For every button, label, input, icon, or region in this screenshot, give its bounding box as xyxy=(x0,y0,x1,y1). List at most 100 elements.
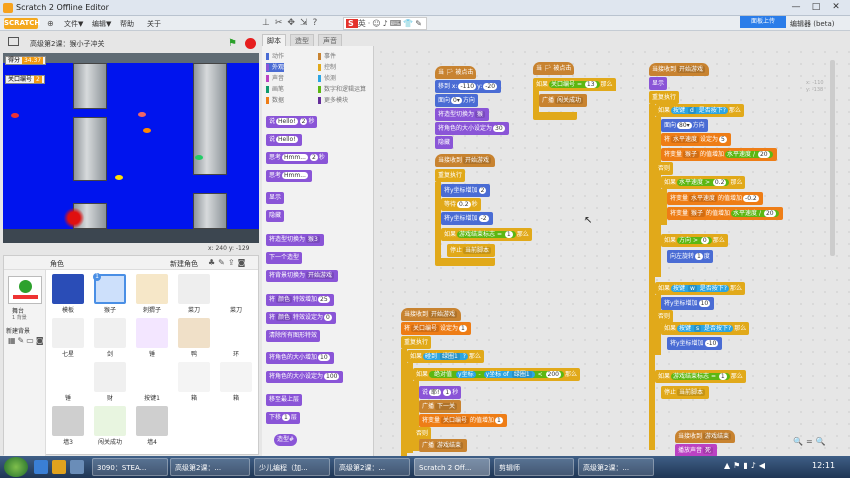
block-dropdown[interactable]: 绿圈1 xyxy=(439,353,460,360)
switch-costume-block[interactable]: 将造型切换为 猴3 xyxy=(266,234,324,246)
costume-number-reporter[interactable]: 造型# xyxy=(274,434,298,446)
variable-reporter[interactable]: 游戏结束标志 xyxy=(673,373,709,380)
block-input[interactable]: Hmm... xyxy=(282,154,308,161)
block-dropdown[interactable]: 关口编号 xyxy=(441,417,470,424)
stage[interactable]: 得分 34.37 关口编号 2 xyxy=(3,53,259,243)
block-input[interactable]: 200 xyxy=(545,371,561,378)
duplicate-icon[interactable]: ⊥ xyxy=(262,18,275,28)
change-variable-block[interactable]: 将变量 关口编号 的值增加 1 xyxy=(419,414,507,427)
sensing-reporter[interactable]: y坐标 xyxy=(456,371,476,378)
fullscreen-icon[interactable] xyxy=(8,37,19,46)
forever-block[interactable]: 重复执行 xyxy=(401,336,432,349)
block-dropdown[interactable]: 死 xyxy=(703,447,714,454)
block-dropdown[interactable]: 水平速度 xyxy=(671,136,700,143)
switch-backdrop-block[interactable]: 将背景切换为 开始游戏 xyxy=(266,270,339,282)
sprite-tile[interactable]: 刺猬子 xyxy=(132,274,172,314)
variable-reporter[interactable]: 游戏结束标志 xyxy=(459,231,495,238)
block-input[interactable]: 耶! xyxy=(429,389,442,396)
sprite-tile[interactable]: 锤 xyxy=(132,318,172,358)
grow-icon[interactable]: ✥ xyxy=(287,18,300,28)
category-4[interactable]: 声音 xyxy=(266,74,284,83)
block-dropdown[interactable]: 开始游戏 xyxy=(463,157,492,164)
if-block[interactable]: 如果 游戏结束标志 = 1 那么 xyxy=(655,370,746,383)
close-button[interactable]: ✕ xyxy=(826,1,846,14)
block-dropdown[interactable]: 猴子 xyxy=(683,151,700,158)
block-input[interactable]: Hmm... xyxy=(282,172,308,179)
taskbar-item[interactable]: 剪辑师 xyxy=(494,458,574,476)
block-dropdown[interactable]: 下一关 xyxy=(435,403,458,410)
stage-thumbnail[interactable] xyxy=(8,276,42,304)
block-dropdown[interactable]: 水平速度 xyxy=(689,195,718,202)
camera-icon[interactable]: ◙ xyxy=(238,258,249,267)
choose-sprite-icon[interactable]: ♣ xyxy=(208,258,218,267)
block-dropdown[interactable]: w xyxy=(687,285,697,292)
say-for-secs-block[interactable]: 说 Hello! 2 秒 xyxy=(266,116,318,128)
point-direction-block[interactable]: 面向 0▾ 方向 xyxy=(435,94,478,107)
block-input[interactable]: 20 xyxy=(763,210,776,217)
block-input[interactable]: 0.2 xyxy=(457,201,471,208)
green-flag-hat-block[interactable]: 当 🏳 被点击 xyxy=(533,62,575,75)
block-input[interactable]: 10 xyxy=(698,300,711,307)
quick-launch-icon[interactable] xyxy=(70,460,84,474)
block-input[interactable]: Hello! xyxy=(276,136,298,143)
think-for-secs-block[interactable]: 思考 Hmm... 2 秒 xyxy=(266,152,328,164)
change-size-block[interactable]: 将角色的大小增加 10 xyxy=(266,352,334,364)
turn-left-block[interactable]: 向左旋转 1 度 xyxy=(667,250,713,263)
set-size-block[interactable]: 将角色的大小设定为 100 xyxy=(266,371,344,383)
block-input[interactable]: 13 xyxy=(584,81,597,88)
stage-thumbnail-column[interactable]: 舞台 1 背景 新建背景 ▦✎▭◙ xyxy=(4,270,46,456)
system-tray[interactable]: ▲⚑▮♪◀ xyxy=(724,461,768,470)
block-input[interactable]: 2 xyxy=(478,187,487,194)
block-dropdown[interactable]: 猴3 xyxy=(306,236,320,243)
block-input[interactable]: 1 xyxy=(718,373,727,380)
variable-reporter[interactable]: 方向 xyxy=(679,237,691,244)
change-y-block[interactable]: 将y坐标增加 2 xyxy=(441,184,491,197)
block-input[interactable]: 0 xyxy=(324,314,332,321)
sprite-tile[interactable]: 环 xyxy=(216,318,256,358)
shrink-icon[interactable]: ⇲ xyxy=(300,18,313,28)
block-input[interactable]: 1 xyxy=(504,231,513,238)
next-costume-block[interactable]: 下一个造型 xyxy=(266,252,303,264)
sprite-tile[interactable]: 财 xyxy=(90,362,130,402)
category-9[interactable]: 更多模块 xyxy=(318,96,348,105)
taskbar-item[interactable]: Scratch 2 Off... xyxy=(414,458,490,476)
block-dropdown[interactable]: 当前脚本 xyxy=(677,389,706,396)
tab-sounds[interactable]: 声音 xyxy=(318,34,342,46)
zoom-out-icon[interactable]: 🔍 xyxy=(793,437,806,446)
go-back-layers-block[interactable]: 下移 1 层 xyxy=(266,412,300,424)
online-upload-badge[interactable]: 面板上传 xyxy=(740,16,786,28)
block-input[interactable]: 2 xyxy=(299,118,308,125)
show-block[interactable]: 显示 xyxy=(649,77,668,90)
upload-sprite-icon[interactable]: ⇪ xyxy=(228,258,238,267)
sprite-tile[interactable]: 模板 xyxy=(48,274,88,314)
stop-button[interactable] xyxy=(245,38,256,49)
menu-edit[interactable]: 编辑▼ xyxy=(92,19,111,29)
variable-reporter[interactable]: 水平速度 xyxy=(733,210,757,217)
if-else-block[interactable]: 如果 按键 d 是否按下? 那么 xyxy=(655,104,744,117)
go-to-xy-block[interactable]: 移到 x: -110 y: -20 xyxy=(435,80,502,93)
block-input[interactable]: 0 xyxy=(700,237,709,244)
play-sound-block[interactable]: 播放声音死 xyxy=(675,444,718,456)
ie-icon[interactable] xyxy=(34,460,48,474)
menu-about[interactable]: 关于 xyxy=(147,19,161,29)
block-dropdown[interactable]: 游戏结束 xyxy=(435,442,464,449)
sprite-tile[interactable]: 墙3 xyxy=(48,406,88,446)
change-y-block[interactable]: 将y坐标增加 -10 xyxy=(667,337,723,350)
when-receive-hat-block[interactable]: 当接收到 开始游戏 xyxy=(435,154,496,167)
sprite-tile[interactable]: 菜刀 xyxy=(216,274,256,314)
project-name[interactable]: 高级第2课：猴小子冲关 xyxy=(30,39,104,49)
block-input[interactable]: -10 xyxy=(704,340,719,347)
go-to-front-block[interactable]: 移至最上层 xyxy=(266,394,303,406)
change-variable-block[interactable]: 将变量 猴子 的值增加 水平速度 / 20 xyxy=(667,207,783,220)
think-block[interactable]: 思考 Hmm... xyxy=(266,170,312,182)
block-input[interactable]: -2 xyxy=(478,215,489,222)
block-dropdown[interactable]: 绿圈1 xyxy=(511,371,532,378)
change-y-block[interactable]: 将y坐标增加 10 xyxy=(661,297,715,310)
change-variable-block[interactable]: 将变量 猴子 的值增加 水平速度 / 20 xyxy=(661,148,777,161)
block-dropdown[interactable]: 开始游戏 xyxy=(306,272,335,279)
hide-block[interactable]: 隐藏 xyxy=(266,210,285,222)
block-input[interactable]: 1 xyxy=(695,253,703,260)
block-dropdown[interactable]: 猴 xyxy=(475,111,486,118)
category-0[interactable]: 动作 xyxy=(266,52,284,61)
if-block[interactable]: 如果 方向 > 0 那么 xyxy=(661,234,728,247)
